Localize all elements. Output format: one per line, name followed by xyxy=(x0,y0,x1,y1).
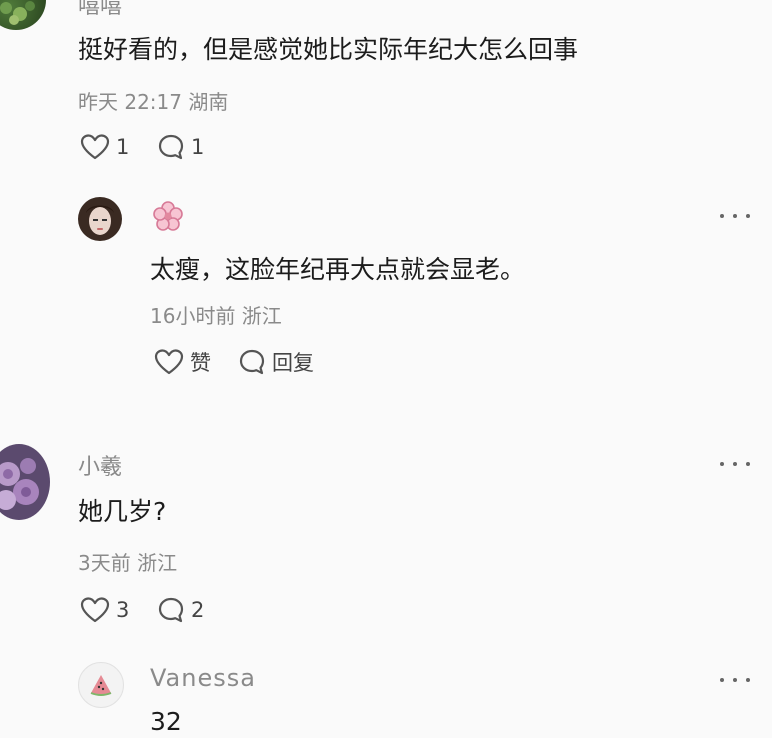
user-avatar[interactable] xyxy=(0,444,50,520)
like-button[interactable]: 3 xyxy=(80,596,129,624)
like-label: 赞 xyxy=(190,351,211,375)
comment-bubble-icon xyxy=(239,349,265,375)
reply-text: 太瘦，这脸年纪再大点就会显老。 xyxy=(150,255,526,284)
comment-meta: 3天前 浙江 xyxy=(78,551,178,575)
user-avatar[interactable] xyxy=(0,0,46,30)
watermelon-icon xyxy=(90,675,112,696)
user-avatar[interactable] xyxy=(78,197,122,241)
comment-bubble-icon xyxy=(158,134,184,160)
dot xyxy=(733,678,737,682)
reply-meta: 16小时前 浙江 xyxy=(150,304,282,328)
dot xyxy=(733,462,737,466)
heart-icon xyxy=(80,134,110,160)
more-options-button[interactable] xyxy=(720,208,750,224)
comment-username[interactable]: 小羲 xyxy=(78,449,122,481)
reply-count: 1 xyxy=(191,135,205,159)
like-count: 1 xyxy=(116,135,130,159)
dot xyxy=(746,678,750,682)
reply-username[interactable]: Vanessa xyxy=(150,664,256,692)
dot xyxy=(746,214,750,218)
plant-icon xyxy=(0,1,35,25)
dot xyxy=(720,214,724,218)
reply-button[interactable]: 2 xyxy=(157,596,204,624)
like-button[interactable]: 1 xyxy=(80,133,129,161)
comment-meta: 昨天 22:17 湖南 xyxy=(78,90,229,114)
heart-icon xyxy=(154,349,184,375)
comment-text: 她几岁? xyxy=(78,497,167,526)
more-options-button[interactable] xyxy=(720,456,750,472)
like-count: 3 xyxy=(116,598,130,622)
dot xyxy=(746,462,750,466)
more-options-button[interactable] xyxy=(720,672,750,688)
portrait-icon xyxy=(86,205,114,235)
comment-text: 挺好看的，但是感觉她比实际年纪大怎么回事 xyxy=(78,35,579,64)
comment-username[interactable]: 嘻嘻 xyxy=(78,0,122,20)
heart-icon xyxy=(80,597,110,623)
comment-bubble-icon xyxy=(158,597,184,623)
reply-text: 32 xyxy=(150,707,182,736)
dot xyxy=(720,678,724,682)
reply-button[interactable]: 回复 xyxy=(238,347,314,377)
like-button[interactable]: 赞 xyxy=(154,347,211,377)
pink-flower-icon xyxy=(152,200,184,232)
dot xyxy=(720,462,724,466)
reply-label: 回复 xyxy=(272,351,314,375)
dot xyxy=(733,214,737,218)
reply-count: 2 xyxy=(191,598,205,622)
roses-icon xyxy=(0,458,39,510)
reply-button[interactable]: 1 xyxy=(157,133,204,161)
user-avatar[interactable] xyxy=(78,662,124,708)
